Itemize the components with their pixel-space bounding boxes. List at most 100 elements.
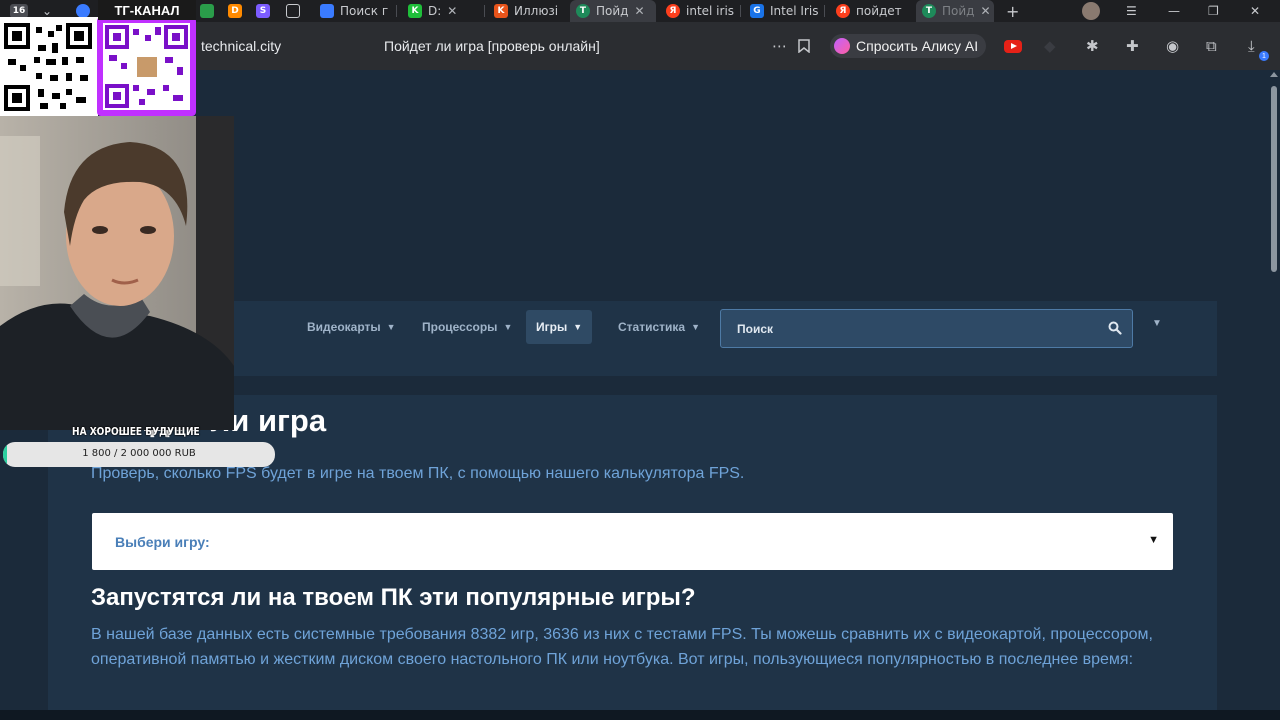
- search-input[interactable]: [737, 310, 1107, 347]
- browser-icon: [76, 4, 90, 18]
- close-icon[interactable]: ✕: [447, 4, 457, 18]
- donation-progress-text: 1 800 / 2 000 000 RUB: [82, 448, 196, 459]
- qr-code-telegram: [103, 23, 190, 110]
- sync-icon: S: [256, 4, 270, 18]
- tab-label: D:: [428, 4, 442, 18]
- popular-games-description: В нашей базе данных есть системные требо…: [91, 626, 1153, 668]
- page-scrollbar[interactable]: [1268, 70, 1280, 710]
- taskbar-edge: [0, 710, 1280, 720]
- plus-icon: +: [1006, 1, 1020, 21]
- k-icon: K: [408, 4, 422, 18]
- chevron-down-icon: ▼: [503, 322, 513, 332]
- bookmark-icon[interactable]: [798, 36, 810, 56]
- hamburger-icon: ☰: [1126, 4, 1137, 18]
- tab-count-badge: 16: [10, 4, 28, 18]
- search-box: [720, 309, 1133, 348]
- alice-icon: [834, 38, 850, 54]
- nav-label: Процессоры: [422, 320, 498, 334]
- runner-icon[interactable]: ✱: [1086, 36, 1099, 56]
- tab-pinned-2[interactable]: [200, 0, 220, 22]
- nav-more-chevron-icon[interactable]: ▼: [1152, 318, 1162, 329]
- chevron-down-icon: ▼: [691, 322, 700, 332]
- search-icon[interactable]: [1108, 321, 1122, 335]
- tab-item-current[interactable]: T Пойд ✕: [916, 0, 994, 22]
- webcam-feed: [0, 116, 234, 430]
- tab-label: Intel Iris: [770, 4, 818, 18]
- avatar-icon: [1082, 2, 1100, 20]
- close-window-button[interactable]: ✕: [1250, 0, 1260, 22]
- tab-label: Пойд: [596, 4, 629, 18]
- cursor-icon: [320, 4, 334, 18]
- media-icon[interactable]: ◉: [1166, 36, 1179, 56]
- scrollbar-thumb[interactable]: [1271, 86, 1277, 272]
- tab-item-active[interactable]: T Пойд ✕: [570, 0, 656, 22]
- qr-code-left: [0, 17, 98, 116]
- qr-code-telegram-frame: [97, 17, 196, 116]
- k-icon: K: [494, 4, 508, 18]
- profile-avatar[interactable]: [1082, 0, 1106, 22]
- tab-label: Поиск г: [340, 4, 388, 18]
- chevron-down-icon: ⌄: [42, 4, 53, 18]
- minimize-button[interactable]: —: [1168, 0, 1180, 22]
- tab-label: Пойд: [942, 4, 975, 18]
- tab-item[interactable]: Поиск г: [320, 0, 388, 22]
- new-tab-button[interactable]: +: [1006, 0, 1019, 22]
- page-title-in-omnibox: Пойдет ли игра [проверь онлайн]: [384, 38, 600, 54]
- restore-icon: ❐: [1208, 4, 1219, 18]
- tab-item[interactable]: Я пойдет: [836, 0, 906, 22]
- tab-item[interactable]: K D: ✕: [408, 0, 474, 22]
- close-icon[interactable]: ✕: [980, 4, 990, 18]
- downloads-badge: 1: [1259, 51, 1269, 61]
- menu-button[interactable]: ☰: [1126, 0, 1137, 22]
- lead-text: Проверь, сколько FPS будет в игре на тво…: [91, 465, 745, 482]
- restore-button[interactable]: ❐: [1208, 0, 1219, 22]
- t-icon: T: [922, 4, 936, 18]
- d-icon: D: [228, 4, 242, 18]
- tab-item[interactable]: G Intel Iris: [750, 0, 818, 22]
- popular-games-heading: Запустятся ли на твоем ПК эти популярные…: [91, 584, 696, 611]
- drive-icon: [200, 4, 214, 18]
- scroll-up-arrow-icon[interactable]: [1270, 72, 1278, 77]
- document-icon: [286, 4, 300, 18]
- url-field[interactable]: technical.city: [201, 38, 281, 54]
- tab-label: Иллюзі: [514, 4, 558, 18]
- yandex-icon: Я: [836, 4, 850, 18]
- close-icon[interactable]: ✕: [634, 4, 644, 18]
- yandex-icon: Я: [666, 4, 680, 18]
- nav-item-gpus[interactable]: Видеокарты ▼: [297, 310, 406, 344]
- donation-progress-bar: 1 800 / 2 000 000 RUB: [3, 442, 275, 467]
- tab-label: intel iris: [686, 4, 734, 18]
- minimize-icon: —: [1168, 4, 1180, 18]
- downloads-icon[interactable]: ⤓: [1248, 36, 1255, 56]
- game-select-label: Выбери игру:: [115, 534, 210, 550]
- tab-pinned-5[interactable]: [286, 0, 306, 22]
- nav-label: Игры: [536, 320, 568, 334]
- g-icon: G: [750, 4, 764, 18]
- ask-alice-label: Спросить Алису AI: [856, 38, 979, 54]
- youtube-icon[interactable]: [1004, 36, 1022, 56]
- nav-item-stats[interactable]: Статистика ▼: [608, 310, 710, 344]
- ask-alice-button[interactable]: Спросить Алису AI: [830, 34, 987, 58]
- dropdown-arrow-icon: ▼: [1148, 534, 1159, 546]
- more-dots-icon[interactable]: ⋯: [772, 36, 787, 56]
- donation-goal-title: НА ХОРОШЕЕ БУДУЩИЕ: [72, 425, 200, 438]
- close-icon: ✕: [1250, 4, 1261, 18]
- tab-item[interactable]: K Иллюзі: [494, 0, 558, 22]
- nav-label: Статистика: [618, 320, 686, 334]
- tab-pinned-4[interactable]: S: [256, 0, 276, 22]
- telegram-channel-label: ТГ-КАНАЛ: [98, 0, 196, 20]
- collections-icon[interactable]: ⧉: [1206, 36, 1217, 56]
- puzzle-icon[interactable]: ✚: [1126, 36, 1139, 56]
- tab-pinned-3[interactable]: D: [228, 0, 248, 22]
- tab-label: пойдет: [856, 4, 902, 18]
- t-icon: T: [576, 4, 590, 18]
- game-select[interactable]: Выбери игру: ▼: [92, 513, 1173, 570]
- chevron-down-icon: ▼: [386, 322, 396, 332]
- nav-item-games[interactable]: Игры ▼: [526, 310, 593, 344]
- tab-item[interactable]: Я intel iris: [666, 0, 734, 22]
- nav-item-cpus[interactable]: Процессоры ▼: [412, 310, 522, 344]
- extension-icon[interactable]: ◆: [1044, 36, 1056, 56]
- nav-label: Видеокарты: [307, 320, 381, 334]
- chevron-down-icon: ▼: [573, 322, 583, 332]
- screen: 16 ⌄ D S Поиск г K D: ✕ K Иллюзі T Пойд …: [0, 0, 1280, 720]
